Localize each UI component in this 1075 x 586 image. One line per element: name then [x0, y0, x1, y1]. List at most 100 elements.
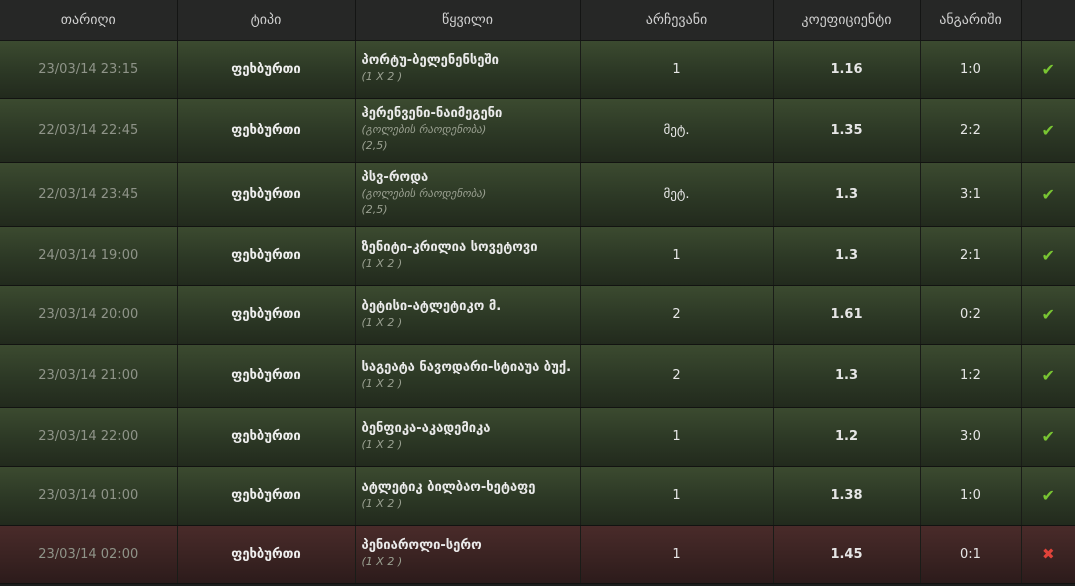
event-cell: პსვ-როდა (გოლების რაოდენობა) (2,5) — [355, 162, 581, 227]
match-score: 3:1 — [920, 162, 1022, 227]
sport-type: ფეხბურთი — [177, 344, 356, 408]
event-cell: ბეტისი-ატლეტიკო მ. (1 X 2 ) — [355, 285, 581, 345]
bet-odds: 1.38 — [773, 466, 921, 526]
sport-type: ფეხბურთი — [177, 226, 356, 286]
bet-date: 23/03/14 20:00 — [0, 285, 178, 345]
match-score: 1:0 — [920, 466, 1022, 526]
bet-odds: 1.61 — [773, 285, 921, 345]
bet-status: ✔ — [1021, 162, 1075, 227]
table-row[interactable]: 22/03/14 22:45 ფეხბურთი ჰერენვენი-ნაიმეგენ… — [0, 98, 1075, 163]
check-icon: ✔ — [1041, 246, 1055, 265]
bet-odds: 1.35 — [773, 98, 921, 163]
bet-choice: 2 — [580, 285, 774, 345]
column-header-score[interactable]: ანგარიში — [920, 0, 1022, 41]
match-score: 1:0 — [920, 40, 1022, 99]
table-row[interactable]: 23/03/14 20:00 ფეხბურთი ბეტისი-ატლეტიკო მ.… — [0, 285, 1075, 345]
bet-choice: 1 — [580, 525, 774, 584]
bet-choice: 1 — [580, 40, 774, 99]
bet-odds: 1.16 — [773, 40, 921, 99]
bet-status: ✔ — [1021, 344, 1075, 408]
column-header-status — [1021, 0, 1075, 41]
bet-status: ✔ — [1021, 226, 1075, 286]
bet-date: 23/03/14 21:00 — [0, 344, 178, 408]
sport-type: ფეხბურთი — [177, 98, 356, 163]
sport-type: ფეხბურთი — [177, 162, 356, 227]
column-header-date[interactable]: თარიღი — [0, 0, 178, 41]
event-name: ატლეტიკ ბილბაო-ხეტაფე — [361, 479, 536, 495]
check-icon: ✔ — [1041, 486, 1055, 505]
check-icon: ✔ — [1041, 184, 1055, 204]
bet-date: 23/03/14 01:00 — [0, 466, 178, 526]
check-icon: ✔ — [1041, 366, 1055, 385]
bet-status: ✔ — [1021, 407, 1075, 467]
event-name: პსვ-როდა — [361, 170, 429, 185]
table-row[interactable]: 23/03/14 23:15 ფეხბურთი პორტუ-ბელენენსეში (… — [0, 40, 1075, 99]
bet-choice: 1 — [580, 466, 774, 526]
table-row[interactable]: 23/03/14 21:00 ფეხბურთი საგეატა ნავოდარი-ს… — [0, 344, 1075, 408]
column-header-event[interactable]: წყვილი — [355, 0, 581, 41]
bet-date: 23/03/14 02:00 — [0, 525, 178, 584]
event-market: (1 X 2 ) — [361, 555, 403, 568]
match-score: 3:0 — [920, 407, 1022, 467]
event-market: (1 X 2 ) — [361, 437, 403, 451]
event-name: პორტუ-ბელენენსეში — [361, 53, 499, 68]
table-header: თარიღი ტიპი წყვილი არჩევანი კოეფიციენტი … — [0, 0, 1075, 41]
check-icon: ✔ — [1041, 427, 1055, 446]
event-line: (2,5) — [361, 203, 388, 216]
sport-type: ფეხბურთი — [177, 466, 356, 526]
event-market: (1 X 2 ) — [361, 315, 403, 329]
match-score: 0:1 — [920, 525, 1022, 584]
event-cell: საგეატა ნავოდარი-სტიაუა ბუქ. (1 X 2 ) — [355, 344, 581, 408]
bet-status: ✔ — [1021, 285, 1075, 345]
bet-status: ✔ — [1021, 98, 1075, 163]
event-cell: ზენიტი-კრილია სოვეტოვი (1 X 2 ) — [355, 226, 581, 286]
column-header-type[interactable]: ტიპი — [177, 0, 356, 41]
bets-history-table: თარიღი ტიპი წყვილი არჩევანი კოეფიციენტი … — [0, 0, 1075, 584]
bet-date: 23/03/14 22:00 — [0, 407, 178, 467]
event-market: (გოლების რაოდენობა) — [361, 187, 487, 200]
event-market: (1 X 2 ) — [361, 70, 403, 83]
event-cell: ჰერენვენი-ნაიმეგენი (გოლების რაოდენობა) (2… — [355, 98, 581, 163]
column-header-choice[interactable]: არჩევანი — [580, 0, 774, 41]
event-name: ბენფიკა-აკადემიკა — [361, 420, 491, 436]
check-icon: ✔ — [1041, 120, 1055, 140]
table-row[interactable]: 24/03/14 19:00 ფეხბურთი ზენიტი-კრილია სოვე… — [0, 226, 1075, 286]
table-row[interactable]: 23/03/14 22:00 ფეხბურთი ბენფიკა-აკადემიკა(… — [0, 407, 1075, 467]
bet-date: 22/03/14 22:45 — [0, 98, 178, 163]
bet-status: ✖ — [1021, 525, 1075, 584]
check-icon: ✔ — [1041, 305, 1055, 324]
bet-date: 23/03/14 23:15 — [0, 40, 178, 99]
sport-type: ფეხბურთი — [177, 525, 356, 584]
event-name: პენიაროლი-სერო — [361, 538, 482, 553]
bet-choice: მეტ. — [580, 162, 774, 227]
column-header-odds[interactable]: კოეფიციენტი — [773, 0, 921, 41]
bet-status: ✔ — [1021, 466, 1075, 526]
event-cell: ბენფიკა-აკადემიკა (1 X 2 ) — [355, 407, 581, 467]
event-market: (გოლების რაოდენობა) — [361, 123, 487, 136]
sport-type: ფეხბურთი — [177, 40, 356, 99]
bet-choice: 2 — [580, 344, 774, 408]
bet-choice: 1 — [580, 407, 774, 467]
bet-choice: 1 — [580, 226, 774, 286]
match-score: 0:2 — [920, 285, 1022, 345]
match-score: 1:2 — [920, 344, 1022, 408]
cross-icon: ✖ — [1041, 545, 1055, 563]
bet-choice: მეტ. — [580, 98, 774, 163]
event-name: ზენიტი-კრილია სოვეტოვი — [361, 239, 538, 255]
match-score: 2:1 — [920, 226, 1022, 286]
event-market: (1 X 2 ) — [361, 496, 403, 510]
table-row[interactable]: 22/03/14 23:45 ფეხბურთი პსვ-როდა (გოლების რ… — [0, 162, 1075, 227]
check-icon: ✔ — [1041, 59, 1055, 79]
table-row[interactable]: 23/03/14 02:00 ფეხბურთი პენიაროლი-სერო (1 X… — [0, 525, 1075, 584]
bet-odds: 1.3 — [773, 226, 921, 286]
event-cell: პენიაროლი-სერო (1 X 2 ) — [355, 525, 581, 584]
table-body: 23/03/14 23:15 ფეხბურთი პორტუ-ბელენენსეში(… — [0, 40, 1075, 584]
event-line: (2,5) — [361, 139, 388, 152]
event-market: (1 X 2 ) — [361, 376, 403, 390]
event-market: (1 X 2 ) — [361, 256, 403, 270]
bet-status: ✔ — [1021, 40, 1075, 99]
event-name: ჰერენვენი-ნაიმეგენი — [361, 106, 503, 121]
bet-date: 24/03/14 19:00 — [0, 226, 178, 286]
table-row[interactable]: 23/03/14 01:00 ფეხბურთი ატლეტიკ ბილბაო-ხეტ… — [0, 466, 1075, 526]
bet-date: 22/03/14 23:45 — [0, 162, 178, 227]
